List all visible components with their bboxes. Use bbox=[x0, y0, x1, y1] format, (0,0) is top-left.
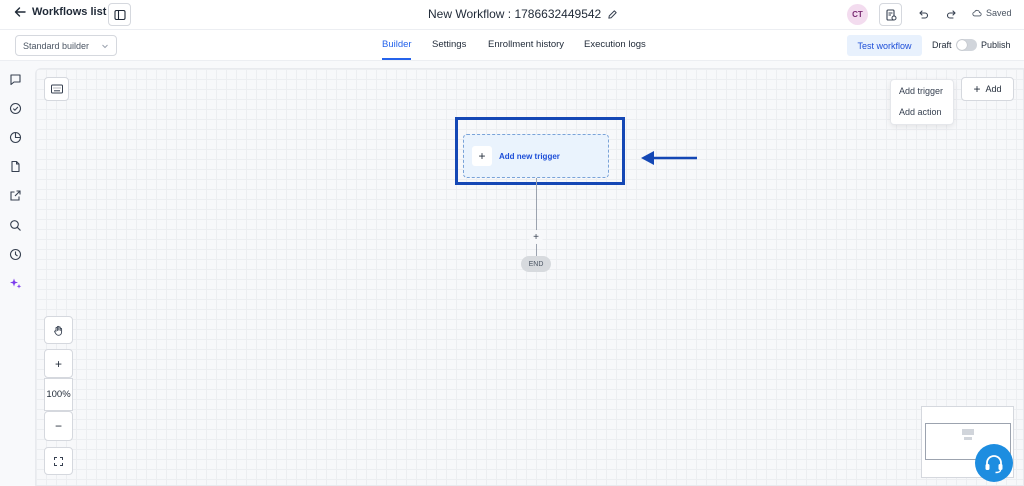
minimap-node bbox=[964, 437, 972, 440]
pan-tool-button[interactable] bbox=[44, 316, 73, 344]
keyboard-icon bbox=[50, 84, 63, 94]
back-to-workflows-link[interactable]: Workflows list bbox=[14, 6, 106, 18]
publish-label: Publish bbox=[981, 40, 1011, 50]
left-rail bbox=[0, 61, 30, 486]
rail-tasks-button[interactable] bbox=[9, 102, 22, 115]
undo-icon bbox=[918, 9, 928, 19]
keyboard-shortcuts-button[interactable] bbox=[44, 77, 69, 101]
add-new-trigger-card[interactable]: + Add new trigger bbox=[463, 134, 609, 178]
sidebar-icon bbox=[113, 9, 126, 20]
file-icon bbox=[11, 160, 20, 173]
arrow-left-annotation-icon bbox=[641, 151, 697, 165]
redo-icon bbox=[946, 9, 956, 19]
chat-icon bbox=[10, 74, 21, 86]
flow-connector bbox=[536, 178, 537, 258]
top-bar: Workflows list New Workflow : 1786632449… bbox=[0, 0, 1024, 30]
add-step-button[interactable]: + bbox=[529, 230, 543, 244]
support-chat-button[interactable] bbox=[975, 444, 1013, 482]
add-dropdown-menu: Add trigger Add action bbox=[890, 79, 954, 125]
history-icon bbox=[9, 248, 22, 261]
sparkle-icon bbox=[10, 278, 22, 289]
add-button[interactable]: + Add bbox=[961, 77, 1014, 101]
test-workflow-button[interactable]: Test workflow bbox=[847, 35, 922, 56]
document-check-button[interactable] bbox=[879, 3, 902, 26]
rail-reports-button[interactable] bbox=[9, 131, 22, 144]
builder-select-value: Standard builder bbox=[23, 40, 90, 51]
chevron-down-icon bbox=[102, 44, 108, 48]
sub-bar: Standard builder Builder Settings Enroll… bbox=[0, 30, 1024, 61]
pencil-icon[interactable] bbox=[607, 9, 618, 20]
undo-button[interactable] bbox=[911, 3, 934, 26]
rail-files-button[interactable] bbox=[9, 160, 22, 173]
rail-external-link-button[interactable] bbox=[9, 189, 22, 202]
tab-settings[interactable]: Settings bbox=[432, 39, 466, 50]
external-link-icon bbox=[10, 190, 21, 201]
rail-ai-button[interactable] bbox=[9, 277, 22, 290]
pie-chart-icon bbox=[9, 131, 22, 144]
active-tab-indicator bbox=[382, 58, 411, 60]
cloud-icon bbox=[972, 9, 982, 17]
add-action-menu-item[interactable]: Add action bbox=[899, 107, 942, 117]
check-circle-icon bbox=[9, 102, 22, 115]
redo-button[interactable] bbox=[940, 3, 963, 26]
trigger-label: Add new trigger bbox=[499, 151, 560, 161]
hand-icon bbox=[54, 325, 63, 336]
sidebar-toggle-button[interactable] bbox=[108, 3, 131, 26]
arrow-left-icon bbox=[14, 7, 26, 17]
add-trigger-menu-item[interactable]: Add trigger bbox=[899, 86, 943, 96]
plus-icon: + bbox=[472, 146, 492, 166]
rail-search-button[interactable] bbox=[9, 219, 22, 232]
headset-icon bbox=[985, 455, 1003, 474]
publish-toggle[interactable] bbox=[956, 39, 977, 51]
avatar[interactable]: CT bbox=[847, 4, 868, 25]
tab-enrollment-history[interactable]: Enrollment history bbox=[488, 39, 564, 50]
workflow-title-text: New Workflow : 1786632449542 bbox=[428, 7, 602, 21]
workflow-title: New Workflow : 1786632449542 bbox=[428, 7, 618, 21]
back-label: Workflows list bbox=[32, 6, 107, 18]
add-button-label: Add bbox=[985, 84, 1002, 94]
saved-label: Saved bbox=[986, 8, 1012, 18]
search-icon bbox=[10, 220, 21, 231]
fullscreen-icon bbox=[54, 456, 63, 466]
save-status: Saved bbox=[972, 8, 1012, 18]
rail-history-button[interactable] bbox=[9, 248, 22, 261]
document-check-icon bbox=[885, 8, 896, 21]
zoom-out-button[interactable]: − bbox=[44, 411, 73, 441]
draft-label: Draft bbox=[932, 40, 952, 50]
builder-select[interactable]: Standard builder bbox=[15, 35, 117, 56]
end-node: END bbox=[521, 256, 551, 272]
tab-execution-logs[interactable]: Execution logs bbox=[584, 39, 646, 50]
plus-icon: + bbox=[973, 82, 981, 96]
fit-view-button[interactable] bbox=[44, 447, 73, 475]
tab-builder[interactable]: Builder bbox=[382, 39, 412, 50]
rail-comments-button[interactable] bbox=[9, 73, 22, 86]
minimap-node bbox=[962, 429, 974, 435]
zoom-in-button[interactable]: + bbox=[44, 349, 73, 378]
zoom-level: 100% bbox=[44, 378, 73, 411]
